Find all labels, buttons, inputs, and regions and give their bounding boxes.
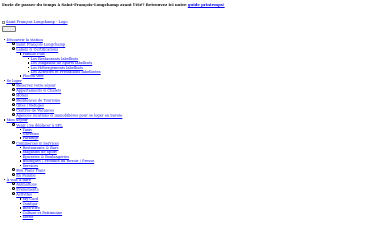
bullet-icon xyxy=(20,160,22,162)
menu-toggle-button[interactable] xyxy=(2,26,16,32)
nav-link[interactable]: Agences locations & immobilières pour se… xyxy=(16,114,122,118)
logo-alt-text[interactable]: Saint François Longchamp - Logo xyxy=(6,20,68,24)
nav-link[interactable]: Famille Plus xyxy=(23,52,45,56)
nav-link[interactable]: Les Hébergements labellisés xyxy=(31,66,84,70)
nav-item-a-voir[interactable]: À voir, à faire Animations Événements Ac… xyxy=(2,178,122,219)
nav-link[interactable]: Animations xyxy=(16,183,37,187)
nav-label-a-voir[interactable]: À voir, à faire xyxy=(7,178,31,182)
nav-subitem[interactable]: Sortir xyxy=(20,215,122,219)
bullet-icon xyxy=(4,178,6,181)
announcement-bar: Envie de passer du temps à Saint-Françoi… xyxy=(2,2,225,7)
bullet-icon xyxy=(4,79,6,82)
bullet-icon xyxy=(20,207,22,209)
bullet-icon xyxy=(12,113,15,117)
nav-link[interactable]: Épiceries & Boulangeries xyxy=(23,155,70,159)
nav-link[interactable]: Sortir xyxy=(23,215,34,219)
nav-link[interactable]: En Famille xyxy=(16,174,35,178)
bullet-icon xyxy=(20,137,22,139)
bullet-icon xyxy=(12,172,15,176)
nav-link[interactable]: Commerces & Services xyxy=(16,141,59,145)
nav-link[interactable]: Boutiques / Produits du terroir / Presse xyxy=(23,159,95,163)
bullet-icon xyxy=(20,133,22,135)
nav-link[interactable]: Venir / Se déplacer à SFL xyxy=(16,123,62,127)
bullet-icon xyxy=(4,39,6,41)
bullet-icon xyxy=(20,155,22,158)
broken-image-icon xyxy=(2,21,5,24)
bullet-icon xyxy=(20,164,22,166)
nav-link[interactable]: Magasins de Sport xyxy=(23,150,57,154)
bullet-icon xyxy=(20,53,22,55)
bullet-icon xyxy=(12,47,15,51)
nav-link[interactable]: Hôtels xyxy=(16,94,28,98)
bullet-icon xyxy=(12,187,15,191)
nav-label-se-loger[interactable]: Se loger xyxy=(7,79,22,83)
nav-label-decouvrir[interactable]: Découvrir la station xyxy=(7,38,43,42)
bullet-icon xyxy=(20,146,22,149)
bullet-icon xyxy=(20,198,22,200)
nav-link[interactable]: Activités xyxy=(16,193,32,197)
bullet-icon xyxy=(12,192,15,196)
bullet-icon xyxy=(20,211,22,213)
nav-link[interactable]: Navettes xyxy=(23,132,39,136)
nav-link[interactable]: Services xyxy=(23,164,38,168)
nav-link[interactable]: Les Activités et Prestations labellisées xyxy=(31,70,101,74)
nav-item-mon-sejour[interactable]: Mon Séjour Venir / Se déplacer à SFL Tax… xyxy=(2,118,122,178)
nav-label-mon-sejour[interactable]: Mon Séjour xyxy=(7,118,28,122)
bullet-icon xyxy=(12,88,15,92)
bullet-icon xyxy=(20,75,22,77)
bullet-icon xyxy=(28,62,30,64)
bullet-icon xyxy=(12,108,15,112)
bullet-icon xyxy=(12,42,15,46)
site-logo[interactable]: Saint François Longchamp - Logo xyxy=(2,20,68,25)
announcement-text: Envie de passer du temps à Saint-Françoi… xyxy=(2,2,187,7)
nav-link[interactable]: My Card xyxy=(23,197,39,201)
bullet-icon xyxy=(12,83,15,87)
nav-link[interactable]: Flocon Vert xyxy=(23,74,44,78)
nav-subitem[interactable]: Activités My Card Outdoor Bien-Être Cult… xyxy=(12,192,122,219)
nav-link[interactable]: Centres de Vacances xyxy=(16,109,54,113)
bullet-icon xyxy=(12,167,15,171)
bullet-icon xyxy=(12,182,15,186)
nav-link[interactable]: Bon Plans Plans xyxy=(16,169,45,173)
bullet-icon xyxy=(12,98,15,102)
nav-link[interactable]: Parkings xyxy=(23,136,39,140)
nav-link[interactable]: Les Restaurants labellisés xyxy=(31,57,79,61)
nav-link[interactable]: Gîtes / Refuges xyxy=(16,104,44,108)
nav-link[interactable]: Restaurants & Bars xyxy=(23,146,59,150)
nav-link[interactable]: Labels & Certifications xyxy=(16,48,58,52)
bullet-icon xyxy=(12,93,15,97)
bullet-icon xyxy=(28,66,30,69)
bullet-icon xyxy=(28,71,30,73)
nav-subitem[interactable]: Labels & Certifications Famille Plus Les… xyxy=(12,47,122,78)
nav-item-se-loger[interactable]: Se loger Réservez votre séjour Apparteme… xyxy=(2,79,122,118)
bullet-icon xyxy=(20,202,22,205)
nav-item-decouvrir[interactable]: Découvrir la station Saint François Long… xyxy=(2,38,122,79)
bullet-icon xyxy=(4,119,6,121)
bullet-icon xyxy=(12,122,15,126)
nav-link[interactable]: Réservez votre séjour xyxy=(16,84,56,88)
nav-link[interactable]: Culture et Patrimoine xyxy=(23,211,63,215)
bullet-icon xyxy=(28,57,30,60)
bullet-icon xyxy=(12,140,15,144)
bullet-icon xyxy=(20,215,22,218)
main-navigation: Découvrir la station Saint François Long… xyxy=(2,38,122,219)
bullet-icon xyxy=(12,103,15,107)
bullet-icon xyxy=(20,128,22,131)
nav-link[interactable]: Taxis xyxy=(23,128,32,132)
nav-link[interactable]: Appartements & Chalets xyxy=(16,89,61,93)
nav-link[interactable]: Bien-Être xyxy=(23,206,40,210)
nav-link[interactable]: Résidences de Tourisme xyxy=(16,99,60,103)
nav-link[interactable]: Saint François Longchamp xyxy=(16,43,65,47)
spring-guide-link[interactable]: guide printemps! xyxy=(188,2,225,7)
nav-subitem[interactable]: Famille Plus Les Restaurants labellisés … xyxy=(20,52,122,74)
nav-subitem[interactable]: Commerces & Services Restaurants & Bars … xyxy=(12,140,122,168)
nav-link[interactable]: Les Magasins de Sports labellisés xyxy=(31,61,93,65)
nav-subitem[interactable]: Agences locations & immobilières pour se… xyxy=(12,113,122,118)
nav-link[interactable]: Événements xyxy=(16,188,38,192)
nav-subitem[interactable]: Venir / Se déplacer à SFL Taxis Navettes… xyxy=(12,122,122,141)
bullet-icon xyxy=(20,151,22,153)
